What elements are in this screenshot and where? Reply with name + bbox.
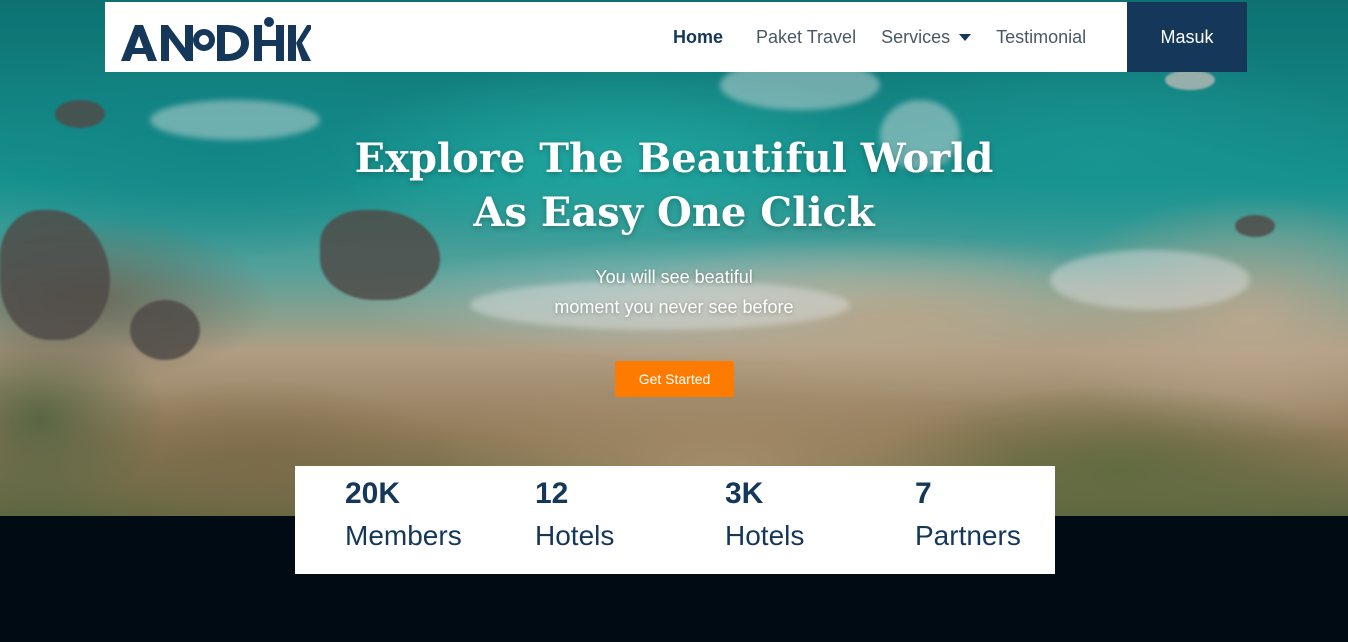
login-button[interactable]: Masuk — [1127, 2, 1247, 72]
nav-menu: Home Paket Travel Services Testimonial — [673, 2, 1111, 72]
hero-title: Explore The Beautiful World As Easy One … — [0, 132, 1348, 240]
get-started-button[interactable]: Get Started — [615, 361, 734, 397]
hero-title-line-2: As Easy One Click — [473, 189, 875, 236]
stat-members: 20K Members — [345, 476, 462, 556]
hero-subtitle-line-2: moment you never see before — [554, 297, 794, 317]
stat-value: 3K — [725, 477, 764, 510]
stat-partners: 7 Partners — [915, 476, 1021, 556]
hero-subtitle-line-1: You will see beatiful — [595, 267, 753, 287]
brand-logo-graphic — [121, 17, 311, 61]
hero-subtitle: You will see beatiful moment you never s… — [0, 262, 1348, 322]
navbar: Home Paket Travel Services Testimonial M… — [105, 2, 1247, 72]
stat-label: Hotels — [725, 520, 805, 551]
nav-item-testimonial[interactable]: Testimonial — [996, 27, 1086, 48]
stat-label: Members — [345, 520, 462, 551]
nav-item-paket-travel[interactable]: Paket Travel — [756, 27, 856, 48]
brand-logo[interactable] — [121, 16, 311, 64]
hero-title-line-1: Explore The Beautiful World — [354, 135, 994, 182]
stats-card: 20K Members 12 Hotels 3K Hotels 7 Partne… — [295, 466, 1055, 574]
hero-overlay — [0, 0, 1348, 516]
stat-label: Hotels — [535, 520, 615, 551]
nav-item-home[interactable]: Home — [673, 27, 723, 48]
nav-item-services-label: Services — [881, 26, 951, 47]
stat-label: Partners — [915, 520, 1021, 551]
stat-value: 20K — [345, 477, 401, 510]
caret-down-icon — [959, 33, 972, 41]
nav-item-services[interactable]: Services — [881, 26, 972, 48]
stat-value: 12 — [535, 477, 569, 510]
stat-value: 7 — [915, 477, 932, 510]
stat-hotels-2: 3K Hotels — [725, 476, 804, 556]
hero-background — [0, 0, 1348, 516]
stat-hotels: 12 Hotels — [535, 476, 614, 556]
